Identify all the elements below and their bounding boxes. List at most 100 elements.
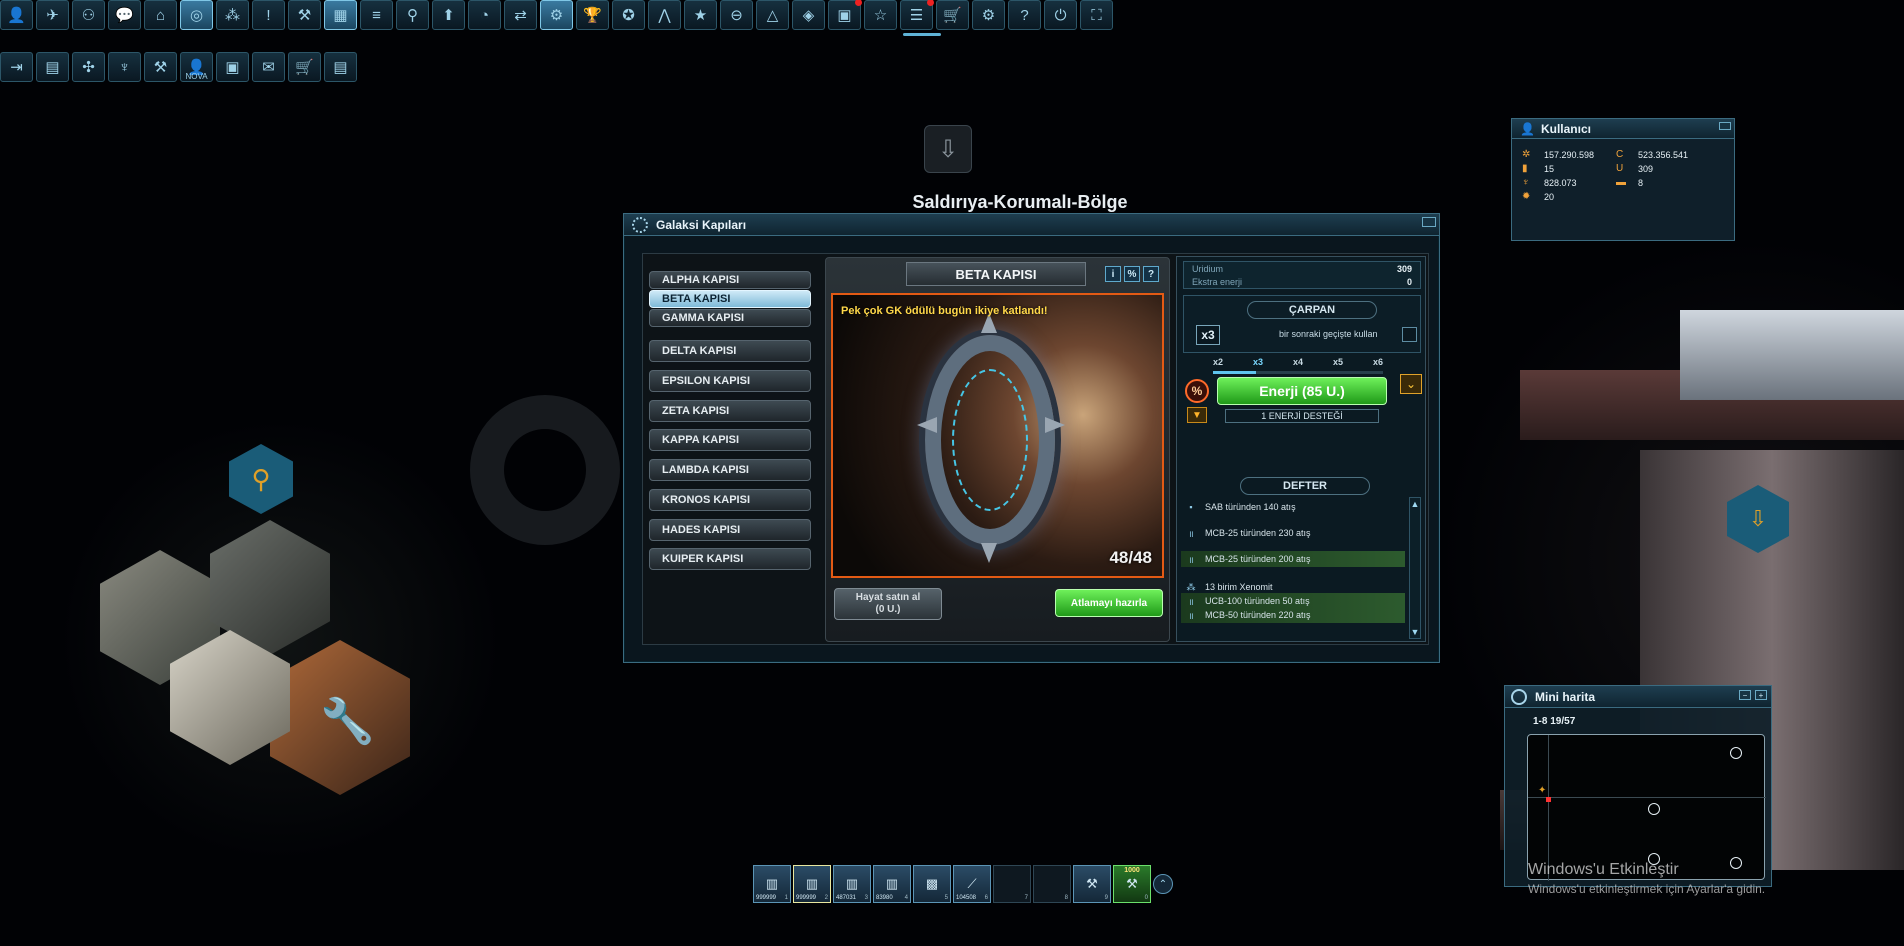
energy-support-label[interactable]: 1 ENERJİ DESTEĞİ [1225, 409, 1379, 423]
zoom-in-button[interactable]: + [1755, 690, 1767, 700]
window-header[interactable]: Galaksi Kapıları [624, 214, 1439, 236]
toolbar-hammer-button[interactable]: ⚒ [144, 52, 177, 82]
gate-item[interactable]: HADES KAPISI [649, 519, 811, 541]
gate-part-counter: 48/48 [1109, 548, 1152, 567]
scroll-down-icon[interactable]: ▼ [1410, 626, 1420, 638]
toolbar-screen-button[interactable]: ▣ [216, 52, 249, 82]
user-panel-header[interactable]: 👤 Kullanıcı [1512, 119, 1734, 139]
toolbar-quest-button[interactable]: ▣ [828, 0, 862, 30]
gate-item[interactable]: EPSILON KAPISI [649, 370, 811, 392]
toolbar-log-button[interactable]: ≡ [360, 0, 393, 30]
toolbar-mission-list-button[interactable]: ☰ [900, 0, 934, 30]
toolbar-settings-ring-button[interactable]: ⚙ [540, 0, 573, 30]
help-button[interactable]: ? [1143, 266, 1159, 282]
toolbar-fullscreen-button[interactable]: ⛶ [1080, 0, 1113, 30]
toolbar-clan-button[interactable]: ⌂ [144, 0, 177, 30]
action-slot[interactable]: ⟋ 104508 6 [953, 865, 991, 903]
gate-item[interactable]: DELTA KAPISI [649, 340, 811, 362]
toolbar-circle-ship-button[interactable]: ⊖ [720, 0, 753, 30]
minimize-button[interactable] [1719, 122, 1731, 130]
toolbar-faction-button[interactable]: ✪ [612, 0, 645, 30]
toolbar-trade-button[interactable]: ⇄ [504, 0, 537, 30]
minimap-header[interactable]: Mini harita [1505, 686, 1771, 708]
toolbar-skill-button[interactable]: ⚒ [288, 0, 321, 30]
minimap-panel[interactable]: Mini harita − + 1-8 19/57 ✦ [1504, 685, 1772, 887]
toolbar-trophy-button[interactable]: 🏆 [576, 0, 609, 30]
minimap-area[interactable]: ✦ [1527, 734, 1766, 881]
action-slot[interactable]: 1000 ⚒ 0 [1113, 865, 1151, 903]
use-next-label: bir sonraki geçişte kullan [1279, 329, 1378, 339]
toolbar-drone-button[interactable]: ✣ [72, 52, 105, 82]
action-slot[interactable]: ▥ 487031 3 [833, 865, 871, 903]
prepare-jump-button[interactable]: Atlamayı hazırla [1055, 589, 1163, 617]
zoom-out-button[interactable]: − [1739, 690, 1751, 700]
repair-station[interactable]: 🔧 [90, 510, 430, 810]
toolbar-booster-button[interactable]: ⬆ [432, 0, 465, 30]
toolbar-star-badge-button[interactable]: ★ [684, 0, 717, 30]
ledger-scrollbar[interactable]: ▲ ▼ [1409, 497, 1421, 639]
toolbar-location-button[interactable]: ⚲ [396, 0, 429, 30]
user-panel[interactable]: 👤 Kullanıcı ✲ 157.290.598 C 523.356.541 ▮ 15 U… [1511, 118, 1735, 241]
scroll-up-icon[interactable]: ▲ [1410, 498, 1420, 510]
toolbar-notes-button[interactable]: ▤ [324, 52, 357, 82]
toolbar-gear-button[interactable]: ⚙ [972, 0, 1005, 30]
gate-item[interactable]: ZETA KAPISI [649, 400, 811, 422]
toolbar-ship-button[interactable]: ✈ [36, 0, 69, 30]
chevron-down-icon[interactable]: ▼ [1187, 407, 1207, 423]
toolbar-network-button[interactable]: ⁂ [216, 0, 249, 30]
toolbar-shop-cart-button[interactable]: 🛒 [288, 52, 321, 82]
action-slot[interactable]: 8 [1033, 865, 1071, 903]
discount-icon[interactable]: % [1185, 379, 1209, 403]
multiplier-tab[interactable]: x2 [1213, 357, 1223, 371]
toolbar-triangle-button[interactable]: △ [756, 0, 789, 30]
action-slot[interactable]: ▥ 83980 4 [873, 865, 911, 903]
multiplier-tab[interactable]: x5 [1333, 357, 1343, 371]
gate-item[interactable]: KUIPER KAPISI [649, 548, 811, 570]
gate-item[interactable]: GAMMA KAPISI [649, 309, 811, 327]
gate-item[interactable]: LAMBDA KAPISI [649, 459, 811, 481]
toolbar-mail-button[interactable]: ✉ [252, 52, 285, 82]
action-slot[interactable]: ▥ 999999 1 [753, 865, 791, 903]
minimize-button[interactable] [1422, 217, 1436, 227]
toolbar-cube-button[interactable]: ◈ [792, 0, 825, 30]
action-slot[interactable]: ⚒ 9 [1073, 865, 1111, 903]
multiplier-slider[interactable] [1213, 371, 1383, 374]
action-slot[interactable]: ▥ 999999 2 [793, 865, 831, 903]
multiplier-tab[interactable]: x6 [1373, 357, 1383, 371]
toolbar-alert-button[interactable]: ! [252, 0, 285, 30]
gate-item[interactable]: KRONOS KAPISI [649, 489, 811, 511]
toolbar-user-button[interactable]: 👤 [0, 0, 33, 30]
toolbar-help-button[interactable]: ? [1008, 0, 1041, 30]
toolbar-cart-button[interactable]: 🛒 [936, 0, 969, 30]
buy-energy-button[interactable]: Enerji (85 U.) [1217, 377, 1387, 405]
toolbar-logout-button[interactable]: ⇥ [0, 52, 33, 82]
toolbar-gauge-button[interactable]: ◔ [468, 0, 501, 30]
action-bar-toggle-button[interactable]: ⌃ [1153, 874, 1173, 894]
toolbar-power-button[interactable]: ⏻ [1044, 0, 1077, 30]
toolbar-wing-button[interactable]: ⋀ [648, 0, 681, 30]
info-button[interactable]: i [1105, 266, 1121, 282]
toolbar-compass-button[interactable]: ◎ [180, 0, 213, 30]
toolbar-nova-button[interactable]: 👤 NOVA [180, 52, 213, 82]
landing-icon-button[interactable]: ⇩ [924, 125, 972, 173]
expand-icon[interactable]: ⌄ [1400, 374, 1422, 394]
action-slot[interactable]: 7 [993, 865, 1031, 903]
toolbar-star-button[interactable]: ☆ [864, 0, 897, 30]
action-slot[interactable]: ▩ 5 [913, 865, 951, 903]
gate-item[interactable]: ALPHA KAPISI [649, 271, 811, 289]
use-next-checkbox[interactable] [1402, 327, 1417, 342]
galaxy-gates-window[interactable]: Galaksi Kapıları ALPHA KAPISI BETA KAPISI… [623, 213, 1440, 663]
gate-item[interactable]: KAPPA KAPISI [649, 429, 811, 451]
toolbar-galaxy-gate-button[interactable]: ▦ [324, 0, 357, 30]
toolbar-id-card-button[interactable]: ▤ [36, 52, 69, 82]
gate-item[interactable]: BETA KAPISI [649, 290, 811, 308]
multiplier-tab[interactable]: x3 [1253, 357, 1263, 371]
multiplier-tab[interactable]: x4 [1293, 357, 1303, 371]
portal-marker[interactable] [1730, 747, 1742, 759]
portal-marker[interactable] [1648, 803, 1660, 815]
odds-button[interactable]: % [1124, 266, 1140, 282]
buy-life-button[interactable]: Hayat satın al (0 U.) [834, 588, 942, 620]
toolbar-emblem-button[interactable]: ♆ [108, 52, 141, 82]
toolbar-group-button[interactable]: ⚇ [72, 0, 105, 30]
toolbar-chat-button[interactable]: 💬 [108, 0, 141, 30]
